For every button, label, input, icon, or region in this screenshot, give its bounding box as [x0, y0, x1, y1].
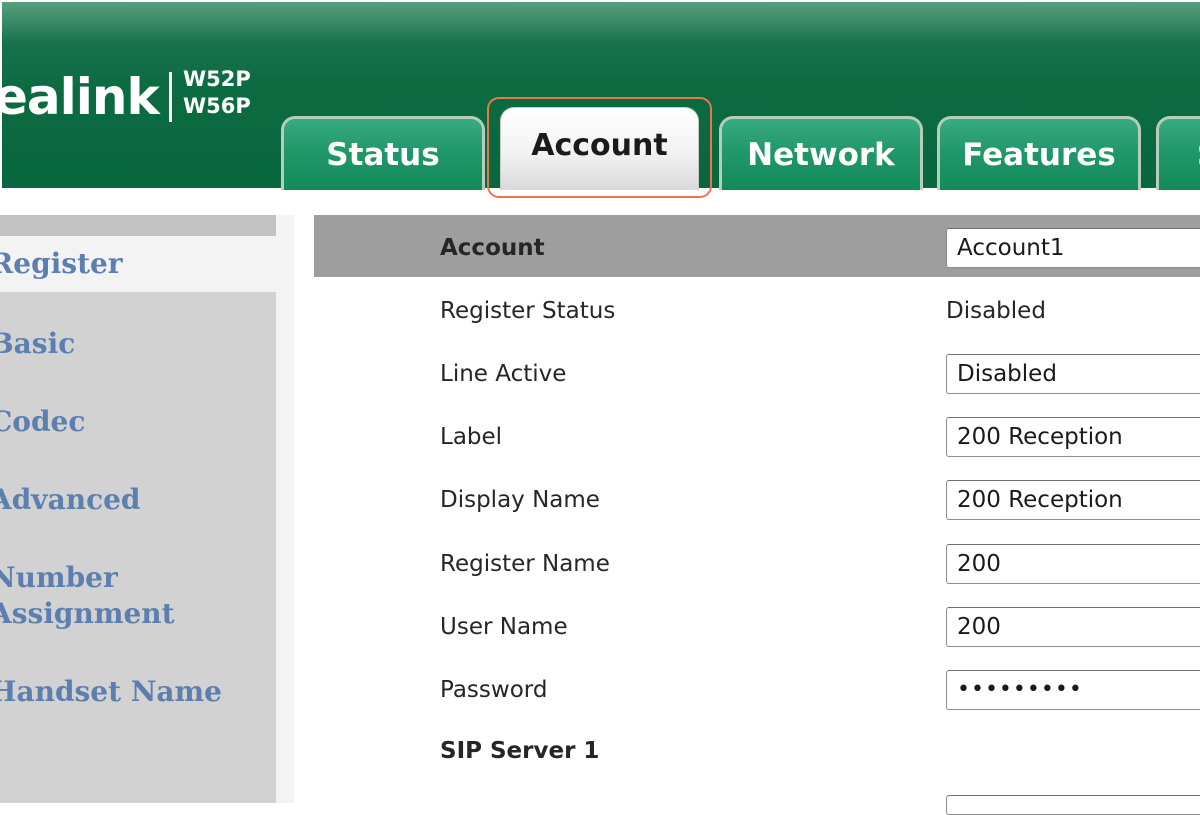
tab-features[interactable]: Features: [937, 116, 1141, 190]
password-input[interactable]: •••••••••: [946, 670, 1200, 710]
sip-server-host-input[interactable]: [946, 795, 1200, 815]
brand-logo: ealink: [0, 68, 160, 126]
label-field-label: Label: [440, 424, 503, 450]
sidebar-item-codec[interactable]: Codec: [0, 404, 85, 440]
sidebar-item-label: Assignment: [0, 597, 175, 630]
logo-divider: [169, 72, 172, 122]
display-name-input[interactable]: 200 Reception: [946, 480, 1200, 520]
line-active-label: Line Active: [440, 361, 567, 387]
account-label: Account: [440, 235, 545, 261]
sidebar-item-register[interactable]: Register: [0, 236, 293, 292]
tab-status[interactable]: Status: [281, 116, 485, 190]
register-name-label: Register Name: [440, 551, 610, 577]
tab-account-highlight: Account: [487, 97, 712, 198]
sidebar-top-strip: [0, 215, 276, 236]
user-name-label: User Name: [440, 614, 568, 640]
sidebar-item-advanced[interactable]: Advanced: [0, 482, 141, 518]
password-label: Password: [440, 677, 548, 703]
sidebar-item-handset-name[interactable]: Handset Name: [0, 674, 222, 710]
model-w56p: W56P: [183, 94, 251, 118]
register-status-value: Disabled: [946, 298, 1046, 324]
tab-account[interactable]: Account: [500, 107, 699, 190]
model-w52p: W52P: [183, 67, 251, 91]
sip-server-1-heading: SIP Server 1: [440, 738, 600, 764]
sidebar-item-basic[interactable]: Basic: [0, 326, 75, 362]
label-input[interactable]: 200 Reception: [946, 417, 1200, 457]
user-name-input[interactable]: 200: [946, 607, 1200, 647]
account-select[interactable]: Account1: [946, 228, 1200, 268]
tab-network[interactable]: Network: [719, 116, 923, 190]
register-name-input[interactable]: 200: [946, 544, 1200, 584]
register-status-label: Register Status: [440, 298, 616, 324]
sidebar-divider: [276, 215, 294, 803]
model-label: W52P W56P: [183, 66, 251, 120]
display-name-label: Display Name: [440, 487, 600, 513]
sidebar-item-label: Number: [0, 561, 118, 594]
sidebar-item-number-assignment[interactable]: Number Assignment: [0, 560, 175, 632]
line-active-select[interactable]: Disabled: [946, 354, 1200, 394]
tab-security[interactable]: S: [1156, 116, 1200, 190]
